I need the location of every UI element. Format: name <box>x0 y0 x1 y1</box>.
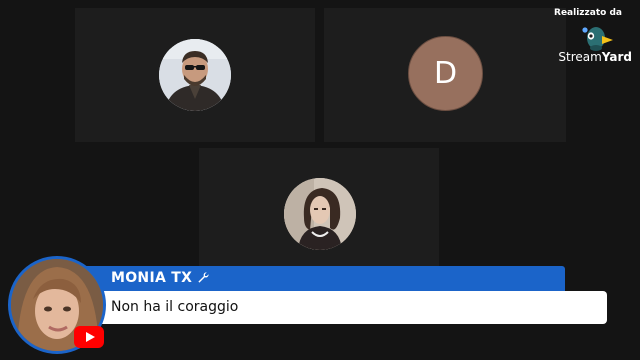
realizzato-da-label: Realizzato da <box>554 8 622 18</box>
man-sunglasses-photo <box>159 39 231 111</box>
avatar-initial: D <box>433 56 458 91</box>
comment-text: Non ha il coraggio <box>111 299 239 315</box>
streamyard-logo-icon <box>582 27 613 51</box>
participant-avatar-2: D <box>408 36 483 111</box>
wrench-icon <box>198 272 209 283</box>
participant-avatar-3 <box>284 178 356 250</box>
streamyard-wordmark: StreamYard <box>558 50 632 64</box>
youtube-icon <box>74 326 104 348</box>
comment-author: MONIA TX <box>111 270 193 286</box>
participant-avatar-1 <box>159 39 231 111</box>
brand-name-part1: Stream <box>558 50 602 64</box>
brand-name-part2: Yard <box>601 50 632 64</box>
woman-photo <box>284 178 356 250</box>
